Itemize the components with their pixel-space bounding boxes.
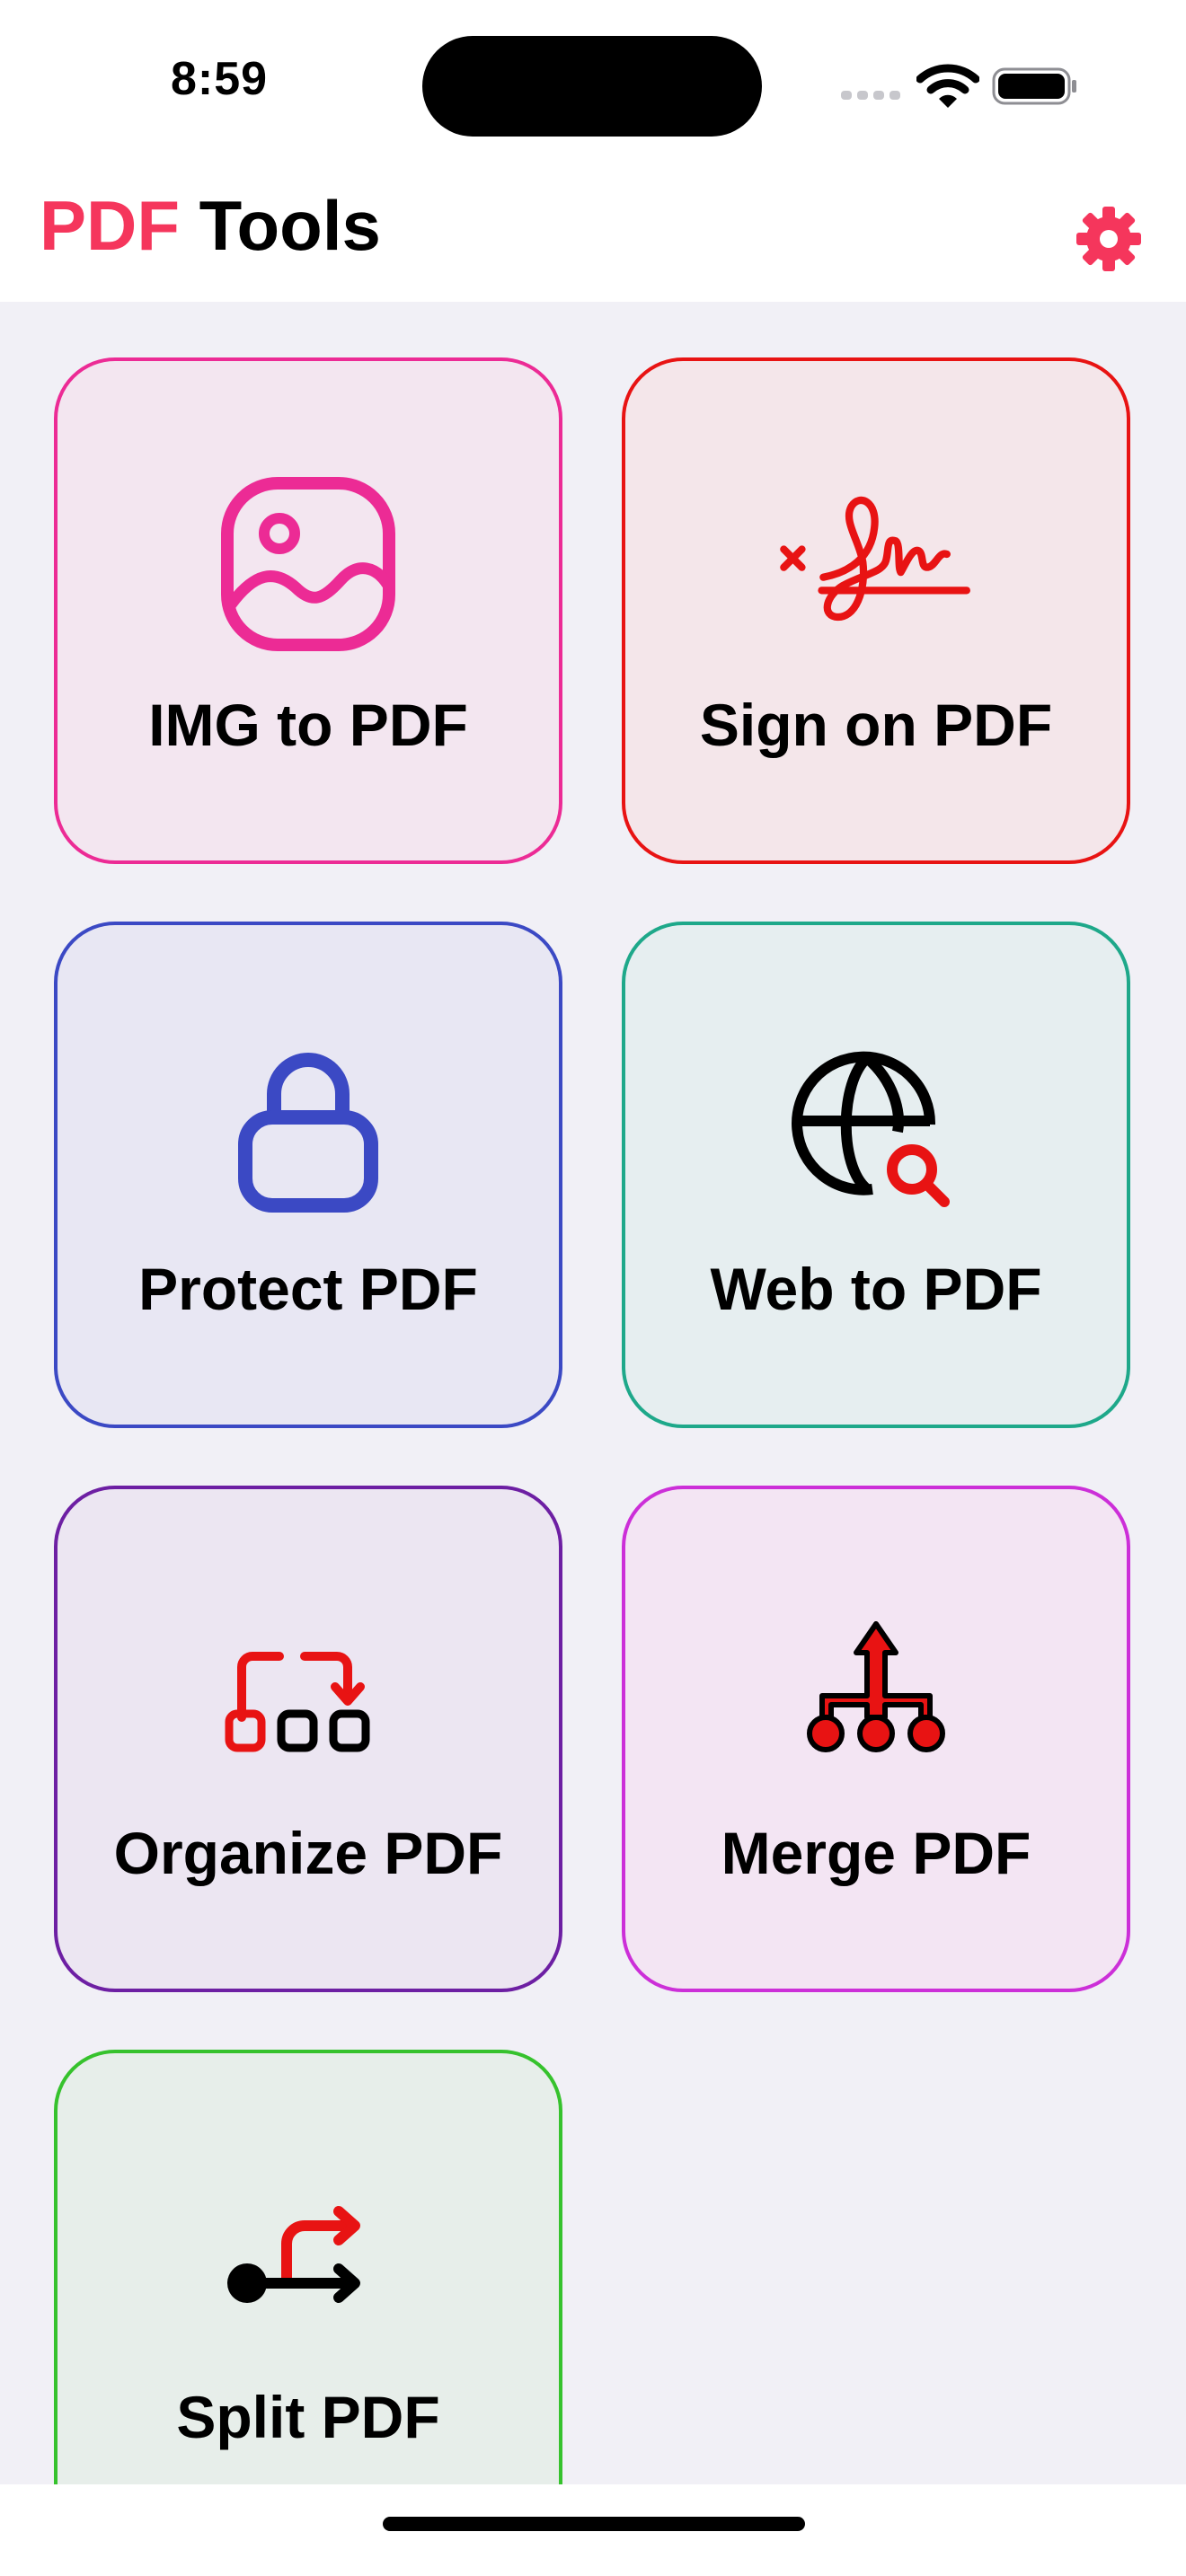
tool-label: Split PDF [176, 2384, 440, 2450]
wifi-icon [916, 64, 979, 108]
merge-icon [807, 1621, 945, 1752]
globe-search-icon [792, 1051, 950, 1207]
tool-card-organize-pdf[interactable]: Organize PDF [54, 1486, 562, 1992]
tool-label: IMG to PDF [148, 692, 468, 758]
page-title: PDF Tools [40, 190, 381, 260]
cellular-signal-icon [841, 91, 900, 100]
dynamic-island [422, 36, 762, 137]
tool-card-protect-pdf[interactable]: Protect PDF [54, 922, 562, 1428]
tool-card-split-pdf[interactable]: Split PDF [54, 2050, 562, 2484]
tool-card-img-to-pdf[interactable]: IMG to PDF [54, 357, 562, 864]
page-title-accent: PDF [40, 186, 180, 265]
tool-label: Merge PDF [721, 1820, 1031, 1886]
signature-icon [780, 496, 970, 621]
app-screen: 8:59 PDF Tools IMG to PDF Sign on PDF Pr… [0, 0, 1186, 2576]
tool-label: Web to PDF [710, 1256, 1042, 1322]
tool-card-merge-pdf[interactable]: Merge PDF [622, 1486, 1130, 1992]
image-icon [221, 477, 395, 651]
status-time: 8:59 [171, 53, 269, 105]
settings-button[interactable] [1073, 203, 1145, 275]
tool-card-sign-on-pdf[interactable]: Sign on PDF [622, 357, 1130, 864]
tool-card-web-to-pdf[interactable]: Web to PDF [622, 922, 1130, 1428]
split-icon [227, 2206, 360, 2303]
tool-label: Organize PDF [113, 1820, 503, 1886]
lock-icon [238, 1053, 378, 1213]
tool-label: Protect PDF [138, 1256, 478, 1322]
reorder-icon [225, 1652, 370, 1752]
page-title-rest: Tools [180, 186, 381, 265]
tools-grid: IMG to PDF Sign on PDF Protect PDF Web t… [0, 302, 1186, 2484]
battery-icon [992, 67, 1076, 105]
gear-icon [1076, 207, 1141, 271]
status-bar: 8:59 [0, 0, 1186, 162]
app-header: PDF Tools [0, 162, 1186, 302]
tool-label: Sign on PDF [699, 692, 1053, 758]
home-indicator[interactable] [383, 2517, 805, 2531]
